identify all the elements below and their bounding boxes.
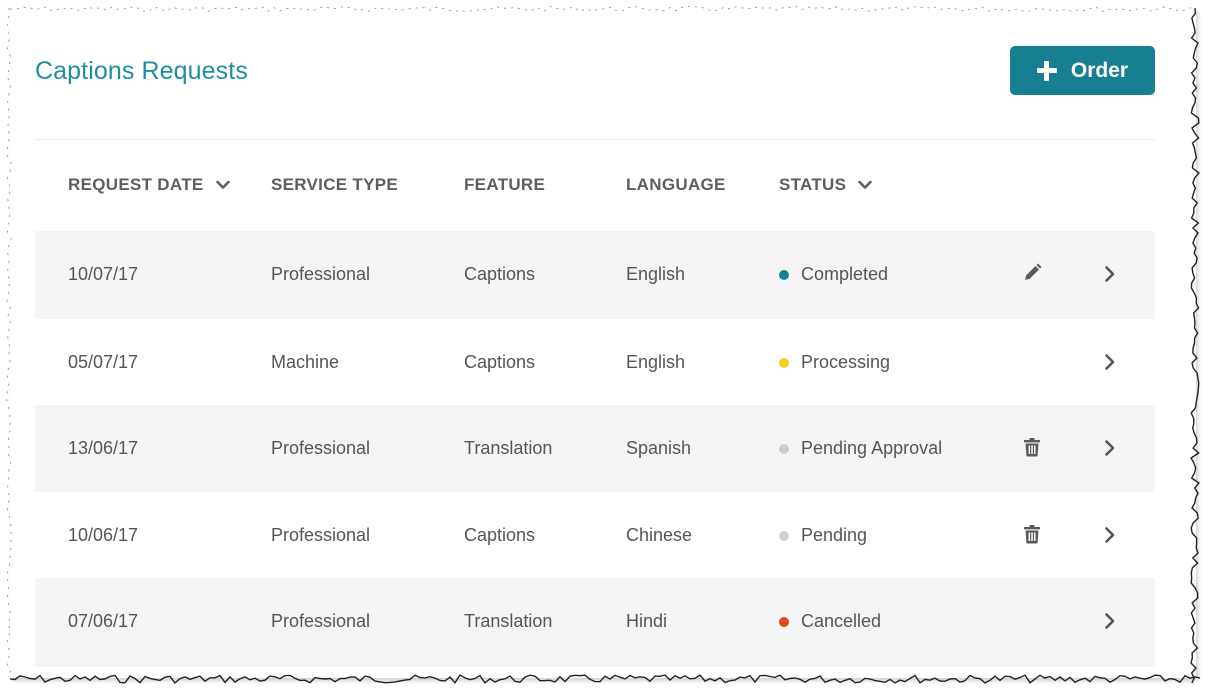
cell-feature: Captions — [464, 264, 536, 284]
chevron-down-icon — [215, 180, 230, 189]
column-label-service-type: SERVICE TYPE — [271, 175, 399, 194]
cell-language: English — [626, 264, 686, 284]
cell-feature: Translation — [464, 438, 553, 458]
column-header-service-type: SERVICE TYPE — [271, 175, 398, 195]
cell-request-date: 05/07/17 — [68, 352, 139, 372]
column-header-feature: FEATURE — [464, 175, 545, 195]
chevron-right-icon[interactable] — [1103, 525, 1117, 545]
column-header-language: LANGUAGE — [626, 175, 726, 195]
order-button-label: Order — [1070, 58, 1129, 82]
chevron-right-icon[interactable] — [1103, 264, 1117, 284]
cell-request-date: 07/06/17 — [68, 611, 139, 631]
cell-service-type: Professional — [271, 264, 371, 284]
pencil-icon[interactable] — [1021, 262, 1043, 284]
cell-status: Pending — [779, 525, 867, 546]
cell-request-date: 13/06/17 — [68, 438, 139, 458]
status-dot — [779, 616, 789, 627]
cell-status: Pending Approval — [779, 438, 942, 459]
cell-request-date: 10/06/17 — [68, 525, 139, 545]
column-header-request-date[interactable]: REQUEST DATE — [68, 175, 230, 195]
status-label: Processing — [801, 352, 891, 372]
cell-feature: Captions — [464, 352, 536, 372]
table-row[interactable]: 10/06/17 Professional Captions Chinese Pendi… — [35, 492, 1155, 578]
chevron-right-icon[interactable] — [1103, 438, 1117, 458]
trash-icon[interactable] — [1021, 436, 1043, 458]
cell-request-date: 10/07/17 — [68, 264, 139, 284]
header-divider — [35, 139, 1155, 140]
column-header-status[interactable]: STATUS — [779, 175, 873, 195]
table-header: REQUEST DATE SERVICE TYPE FEATURE LANGUA… — [35, 141, 1155, 231]
page-header: Captions Requests Order — [35, 46, 1155, 96]
order-button[interactable]: Order — [1010, 46, 1155, 95]
chevron-down-icon — [858, 180, 873, 189]
column-label-status: STATUS — [779, 175, 847, 194]
status-dot — [779, 530, 789, 541]
trash-icon[interactable] — [1021, 523, 1043, 545]
cell-feature: Translation — [464, 611, 553, 631]
cell-feature: Captions — [464, 525, 536, 545]
plus-icon — [1036, 60, 1057, 81]
table-row[interactable]: 10/07/17 Professional Captions English Compl… — [35, 231, 1155, 319]
status-dot — [779, 443, 789, 454]
status-label: Pending — [801, 525, 868, 545]
status-label: Pending Approval — [801, 438, 943, 458]
cell-language: Spanish — [626, 438, 692, 458]
cell-status: Completed — [779, 264, 888, 285]
column-label-feature: FEATURE — [464, 175, 546, 194]
table-body: 10/07/17 Professional Captions English Compl… — [35, 231, 1155, 667]
table-row[interactable]: 13/06/17 Professional Translation Spanish Pe… — [35, 405, 1155, 492]
column-label-language: LANGUAGE — [626, 175, 726, 194]
cell-service-type: Machine — [271, 352, 340, 372]
status-dot — [779, 269, 789, 280]
cell-language: English — [626, 352, 686, 372]
chevron-right-icon[interactable] — [1103, 352, 1117, 372]
status-label: Cancelled — [801, 611, 882, 631]
status-label: Completed — [801, 264, 889, 284]
cell-service-type: Professional — [271, 611, 371, 631]
table-row[interactable]: 05/07/17 Machine Captions English Processing — [35, 319, 1155, 405]
chevron-right-icon[interactable] — [1103, 611, 1117, 631]
cell-service-type: Professional — [271, 525, 371, 545]
cell-status: Processing — [779, 352, 890, 373]
page-title: Captions Requests — [35, 57, 248, 85]
cell-language: Hindi — [626, 611, 668, 631]
table-row[interactable]: 07/06/17 Professional Translation Hindi Canc… — [35, 578, 1155, 667]
status-dot — [779, 357, 789, 368]
cell-language: Chinese — [626, 525, 693, 545]
cell-service-type: Professional — [271, 438, 371, 458]
requests-table: REQUEST DATE SERVICE TYPE FEATURE LANGUA… — [35, 141, 1155, 667]
cell-status: Cancelled — [779, 611, 881, 632]
column-label-request-date: REQUEST DATE — [68, 175, 204, 194]
